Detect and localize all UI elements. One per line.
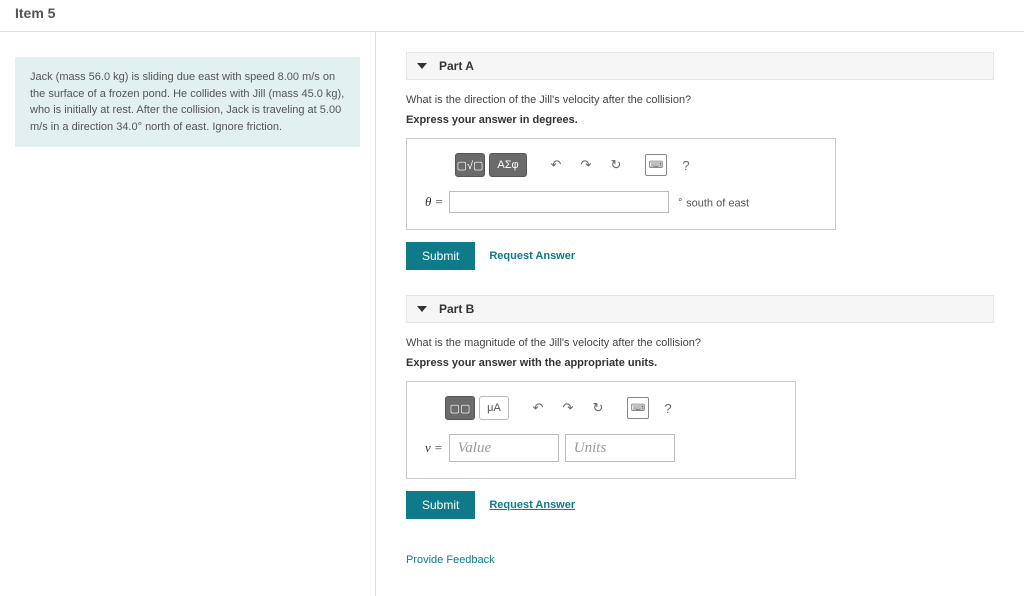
part-b-units-input[interactable]: Units [565, 434, 675, 462]
part-a-submit-row: Submit Request Answer [406, 242, 994, 270]
part-a-answer-box: ▢√▢ ΑΣφ ↶ ↷ ↻ ⌨ ? θ = ∘ south of east [406, 138, 836, 230]
part-b-value-input[interactable]: Value [449, 434, 559, 462]
symbols-button[interactable]: ΑΣφ [489, 153, 527, 177]
redo-icon[interactable]: ↷ [575, 154, 597, 176]
part-a-variable: θ = [425, 194, 443, 210]
part-a-body: What is the direction of the Jill's velo… [406, 94, 994, 295]
reset-icon[interactable]: ↻ [605, 154, 627, 176]
help-icon[interactable]: ? [675, 154, 697, 176]
part-a-toolbar: ▢√▢ ΑΣφ ↶ ↷ ↻ ⌨ ? [455, 153, 817, 177]
problem-statement: Jack (mass 56.0 kg) is sliding due east … [15, 57, 360, 147]
undo-icon[interactable]: ↶ [527, 397, 549, 419]
part-b-answer-box: ▢▢ μA ↶ ↷ ↻ ⌨ ? v = Value Units [406, 381, 796, 479]
right-column: Part A What is the direction of the Jill… [375, 32, 1024, 596]
part-b-toolbar: ▢▢ μA ↶ ↷ ↻ ⌨ ? [445, 396, 777, 420]
template-button[interactable]: ▢√▢ [455, 153, 485, 177]
help-icon[interactable]: ? [657, 397, 679, 419]
redo-icon[interactable]: ↷ [557, 397, 579, 419]
part-b-submit-button[interactable]: Submit [406, 491, 475, 519]
caret-down-icon [417, 306, 427, 312]
part-b-label: Part B [439, 302, 474, 316]
part-b-input-row: v = Value Units [425, 434, 777, 462]
left-column: Jack (mass 56.0 kg) is sliding due east … [0, 32, 375, 596]
part-a-input[interactable] [449, 191, 669, 213]
part-b-question: What is the magnitude of the Jill's velo… [406, 337, 994, 349]
part-a-unit: ∘ south of east [675, 194, 749, 210]
part-b-header[interactable]: Part B [406, 295, 994, 323]
provide-feedback-link[interactable]: Provide Feedback [406, 554, 495, 566]
template-button[interactable]: ▢▢ [445, 396, 475, 420]
part-a-question: What is the direction of the Jill's velo… [406, 94, 994, 106]
caret-down-icon [417, 63, 427, 69]
part-b-variable: v = [425, 440, 443, 456]
part-b-body: What is the magnitude of the Jill's velo… [406, 337, 994, 544]
reset-icon[interactable]: ↻ [587, 397, 609, 419]
part-a-input-row: θ = ∘ south of east [425, 191, 817, 213]
part-a-header[interactable]: Part A [406, 52, 994, 80]
units-button[interactable]: μA [479, 396, 509, 420]
undo-icon[interactable]: ↶ [545, 154, 567, 176]
part-a-label: Part A [439, 59, 474, 73]
part-a-submit-button[interactable]: Submit [406, 242, 475, 270]
part-a-request-link[interactable]: Request Answer [489, 250, 575, 262]
part-b-instruction: Express your answer with the appropriate… [406, 357, 994, 369]
keyboard-icon[interactable]: ⌨ [645, 154, 667, 176]
part-b-request-link[interactable]: Request Answer [489, 499, 575, 511]
part-a-instruction: Express your answer in degrees. [406, 114, 994, 126]
item-title: Item 5 [0, 0, 1024, 32]
keyboard-icon[interactable]: ⌨ [627, 397, 649, 419]
part-b-submit-row: Submit Request Answer [406, 491, 994, 519]
